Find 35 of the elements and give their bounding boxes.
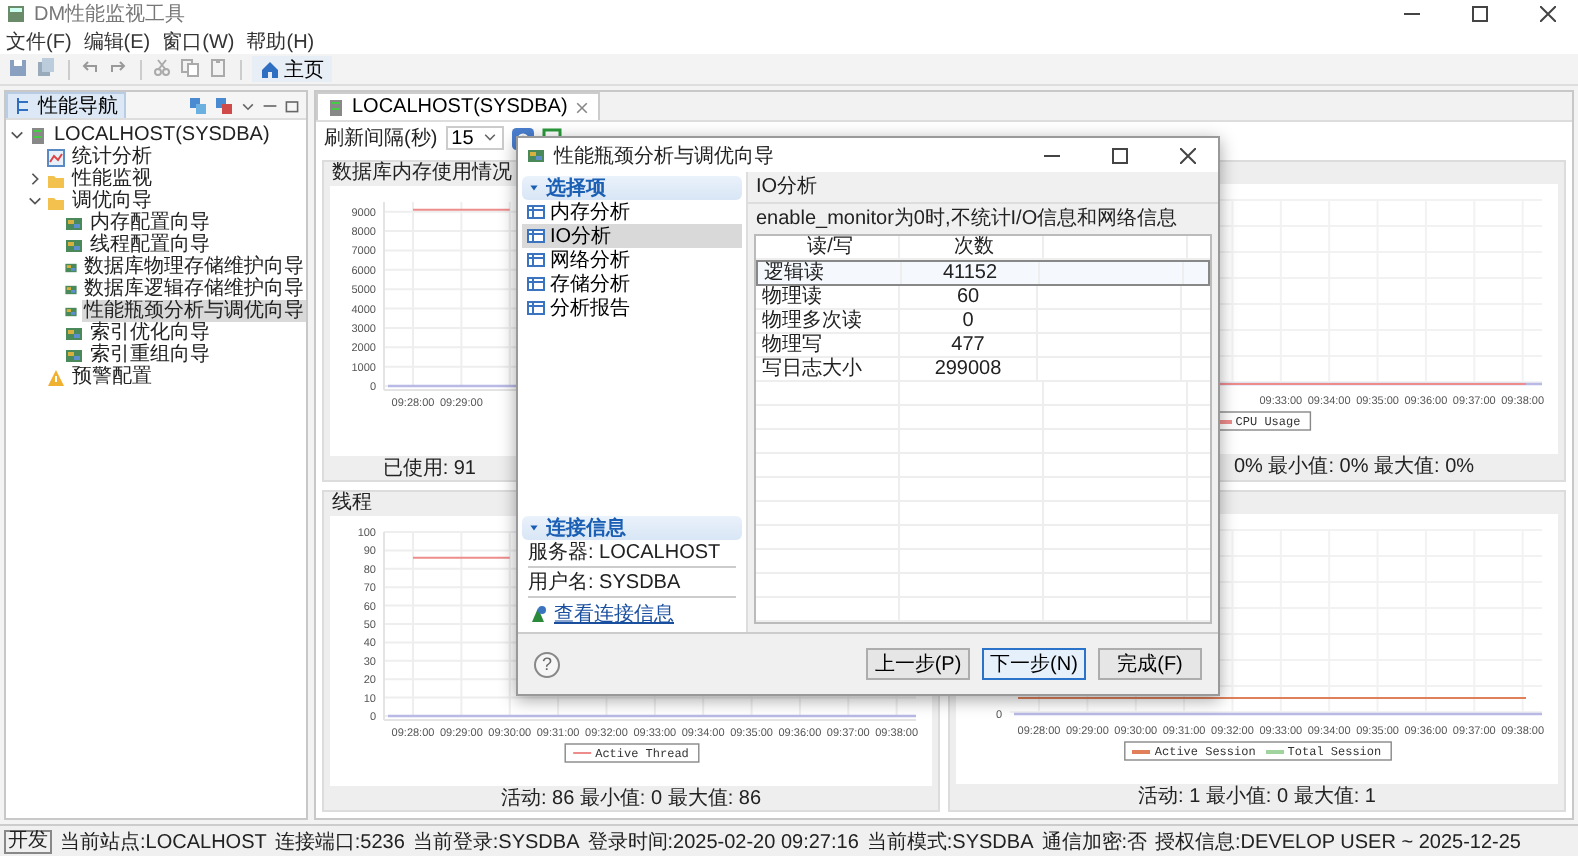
chart-summary: 已使用: 91 (382, 458, 476, 480)
table-cell: 41152 (902, 262, 1040, 284)
status-text: 连接端口:5236 (274, 829, 405, 855)
table-cell: 物理读 (756, 286, 900, 308)
column-header: 次数 (900, 236, 1044, 258)
window-title: DM性能监视工具 (34, 1, 186, 28)
chart-title: 数据库内存使用情况 (332, 162, 512, 184)
description-text: enable_monitor为0时,不统计I/O信息和网络信息 (756, 208, 1178, 230)
table-cell: 0 (900, 310, 1038, 332)
table-cell: 477 (900, 334, 1038, 356)
refresh-label: 刷新间隔(秒) (324, 125, 438, 152)
status-text: 当前模式:SYSDBA (866, 829, 1034, 855)
dialog-title: 性能瓶颈分析与调优向导 (554, 143, 774, 169)
connection-info: 用户名: SYSDBA (528, 572, 681, 594)
connection-info: 服务器: LOCALHOST (528, 542, 721, 564)
table-cell: 物理写 (756, 334, 900, 356)
section-title: 选择项 (546, 175, 606, 201)
table-cell: 逻辑读 (758, 262, 902, 284)
column-header: 读/写 (756, 236, 900, 258)
chart-summary: 活动: 86 最小值: 0 最大值: 86 (500, 788, 762, 810)
status-text: 通信加密:否 (1041, 829, 1148, 855)
table-cell: 写日志大小 (756, 358, 900, 380)
status-text: 授权信息:DEVELOP USER ~ 2025-12-25 (1155, 829, 1521, 855)
page-title: IO分析 (756, 176, 818, 198)
table-cell: 299008 (900, 358, 1038, 380)
chart-summary: 0% 最小值: 0% 最大值: 0% (1234, 456, 1475, 478)
table-cell: 60 (900, 286, 1038, 308)
chart-summary: 活动: 1 最小值: 0 最大值: 1 (1138, 786, 1376, 808)
status-text: 当前登录:SYSDBA (412, 829, 580, 855)
chart-title: 线程 (332, 492, 372, 514)
table-cell: 物理多次读 (756, 310, 900, 332)
status-badge: 开发 (4, 829, 52, 853)
status-text: 登录时间:2025-02-20 09:27:16 (587, 829, 859, 855)
status-text: 当前站点:LOCALHOST (60, 829, 267, 855)
section-title: 连接信息 (546, 515, 626, 542)
